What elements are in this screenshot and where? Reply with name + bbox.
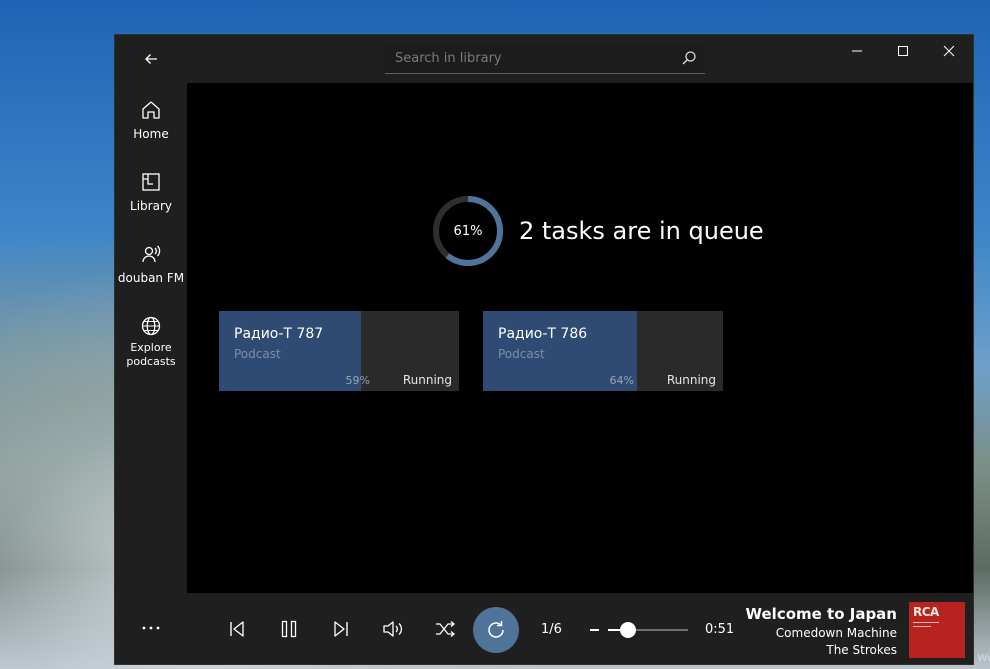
overall-percent-label: 61% (453, 223, 483, 239)
now-playing-album: Comedown Machine (775, 626, 897, 640)
sidebar-item-label: Library (130, 199, 172, 213)
task-card[interactable]: Радио-Т 786 Podcast 64% Running (483, 311, 723, 391)
playback-time: 0:51 (705, 622, 735, 637)
previous-icon (230, 621, 244, 637)
next-icon (334, 621, 348, 637)
task-percent: 59% (345, 374, 370, 387)
task-name: Радио-Т 787 (234, 326, 324, 342)
globe-icon (141, 316, 161, 336)
radio-person-icon (142, 245, 161, 263)
sidebar-item-label: Explore podcasts (126, 341, 176, 368)
sidebar-item-home[interactable]: Home (115, 99, 187, 141)
home-icon (142, 101, 160, 119)
volume-slider[interactable] (608, 622, 688, 638)
pause-button[interactable] (273, 613, 305, 645)
previous-button[interactable] (221, 613, 253, 645)
task-percent: 64% (609, 374, 634, 387)
now-playing-title: Welcome to Japan (745, 605, 898, 623)
queue-title: 2 tasks are in queue (519, 217, 764, 245)
close-icon (943, 45, 955, 57)
more-dots-icon (142, 626, 160, 630)
more-button[interactable] (115, 606, 187, 650)
sidebar-item-library[interactable]: Library (115, 171, 187, 213)
shuffle-icon (436, 621, 456, 637)
sidebar-item-explore-podcasts[interactable]: Explore podcasts (115, 315, 187, 369)
next-button[interactable] (325, 613, 357, 645)
shuffle-button[interactable] (429, 613, 461, 645)
task-name: Радио-Т 786 (498, 326, 588, 342)
back-arrow-icon (145, 54, 157, 64)
overall-progress-ring: 61% (431, 194, 505, 268)
sidebar-item-label: douban FM (117, 271, 185, 285)
cover-logo: RCA (913, 605, 939, 619)
volume-icon (383, 621, 403, 637)
sidebar: Home Library douban FM Explore podcasts (115, 35, 187, 664)
download-queue-panel: 61% 2 tasks are in queue Радио-Т 787 Pod… (187, 83, 973, 593)
sidebar-item-label: Home (133, 127, 169, 141)
track-count: 1/6 (541, 622, 562, 637)
cover-decoration (913, 622, 939, 623)
back-button[interactable] (115, 35, 187, 83)
player-bar: 1/6 0:51 Welcome to Japan Comedown Machi… (187, 593, 973, 664)
volume-button[interactable] (377, 613, 409, 645)
repeat-icon (488, 621, 504, 638)
maximize-button[interactable] (883, 39, 923, 63)
title-bar (187, 35, 973, 83)
now-playing-artist: The Strokes (826, 643, 897, 657)
search-icon[interactable] (681, 50, 697, 66)
search-input[interactable] (385, 44, 665, 72)
search-box (385, 44, 705, 74)
cover-decoration (913, 626, 931, 627)
task-state: Running (666, 373, 716, 387)
task-type: Podcast (234, 347, 281, 361)
task-state: Running (402, 373, 452, 387)
pause-icon (281, 620, 297, 638)
task-type: Podcast (498, 347, 545, 361)
volume-slider-thumb[interactable] (620, 622, 636, 638)
repeat-button[interactable] (473, 607, 519, 653)
minimize-button[interactable] (837, 39, 877, 63)
app-window: Home Library douban FM Explore podcasts … (114, 34, 974, 665)
minus-icon (590, 629, 599, 631)
close-button[interactable] (929, 39, 969, 63)
minimize-icon (852, 50, 862, 52)
task-card[interactable]: Радио-Т 787 Podcast 59% Running (219, 311, 459, 391)
sidebar-item-douban-fm[interactable]: douban FM (115, 243, 187, 285)
library-icon (142, 173, 160, 191)
album-cover[interactable]: RCA (909, 602, 965, 658)
maximize-icon (898, 46, 908, 56)
